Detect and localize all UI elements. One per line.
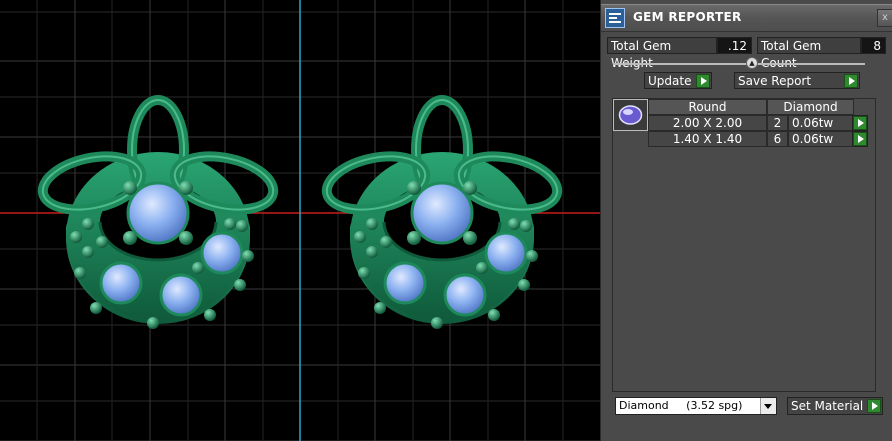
row-size: 2.00 X 2.00 xyxy=(648,115,767,131)
total-gem-count-label: Total Gem Count xyxy=(757,37,861,70)
total-gem-count-value: 8 xyxy=(861,37,886,54)
save-report-button[interactable]: Save Report xyxy=(734,72,860,89)
round-gem-thumbnail-icon[interactable] xyxy=(613,99,648,131)
material-name: Diamond xyxy=(619,399,669,412)
update-button[interactable]: Update xyxy=(644,72,712,89)
dropdown-chevron-icon[interactable] xyxy=(760,398,776,414)
set-material-button[interactable]: Set Material xyxy=(787,397,883,415)
update-label: Update xyxy=(648,74,692,88)
row-size: 1.40 X 1.40 xyxy=(648,131,767,147)
play-arrow-icon xyxy=(696,74,710,88)
set-material-label: Set Material xyxy=(791,399,864,413)
material-dropdown[interactable]: Diamond (3.52 spg) xyxy=(615,397,777,415)
row-count: 6 xyxy=(767,131,788,147)
panel-titlebar[interactable]: GEM REPORTER x xyxy=(601,4,892,32)
row-action-button[interactable] xyxy=(852,131,868,147)
gem-reporter-panel: GEM REPORTER x Total Gem Weight .12 Tota… xyxy=(600,0,892,441)
material-density: (3.52 spg) xyxy=(686,399,743,412)
gem-table: Round Diamond 2.00 X 2.00 2 0.06tw 1.40 … xyxy=(612,98,876,392)
row-weight: 0.06tw xyxy=(788,115,854,131)
play-arrow-icon xyxy=(867,399,881,413)
slider-track[interactable] xyxy=(613,63,865,65)
earring-right xyxy=(322,100,562,329)
row-weight: 0.06tw xyxy=(788,131,854,147)
row-action-button[interactable] xyxy=(852,115,868,131)
viewport-scene[interactable] xyxy=(0,0,600,441)
close-button[interactable]: x xyxy=(877,9,892,27)
panel-title: GEM REPORTER xyxy=(633,10,742,24)
gem-reporter-app-icon xyxy=(605,8,625,28)
play-arrow-icon xyxy=(853,132,867,146)
save-report-label: Save Report xyxy=(738,74,812,88)
column-header-material: Diamond xyxy=(767,99,854,115)
3d-viewport[interactable] xyxy=(0,0,600,441)
column-header-shape: Round xyxy=(648,99,767,115)
total-gem-weight-label: Total Gem Weight xyxy=(607,37,717,70)
total-gem-weight-value: .12 xyxy=(717,37,752,54)
play-arrow-icon xyxy=(853,116,867,130)
slider-knob-icon[interactable]: ▲ xyxy=(746,57,758,69)
play-arrow-icon xyxy=(844,74,858,88)
row-count: 2 xyxy=(767,115,788,131)
earring-left xyxy=(38,100,278,329)
